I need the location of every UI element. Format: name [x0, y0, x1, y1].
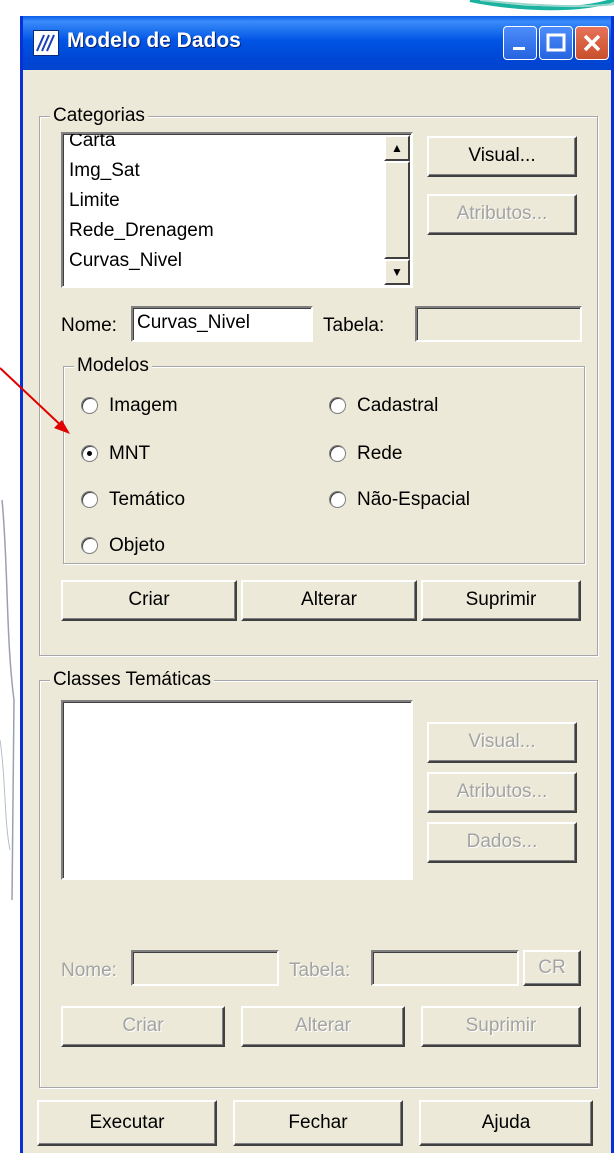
- ajuda-button-label: Ajuda: [481, 1112, 531, 1133]
- modelos-legend: Modelos: [74, 355, 152, 377]
- modelos-alterar-button[interactable]: Alterar: [241, 580, 417, 621]
- suprimir-button-label: Suprimir: [465, 1015, 537, 1036]
- radio-label: Imagem: [109, 395, 178, 416]
- radio-indicator: [329, 397, 346, 414]
- alterar-button-label: Alterar: [301, 589, 357, 610]
- modelos-criar-button[interactable]: Criar: [61, 580, 237, 621]
- list-item[interactable]: Img_Sat: [69, 156, 214, 186]
- radio-indicator: [329, 445, 346, 462]
- dialog-client-area: Categorias Carta Img_Sat Limite Rede_Dre…: [23, 70, 611, 1153]
- alterar-button-label: Alterar: [295, 1015, 351, 1036]
- classes-tematicas-legend: Classes Temáticas: [50, 669, 215, 691]
- classes-atributos-button[interactable]: Atributos...: [427, 772, 577, 813]
- radio-label: Temático: [109, 489, 186, 510]
- dados-button-label: Dados...: [466, 831, 538, 852]
- ajuda-button[interactable]: Ajuda: [419, 1100, 593, 1146]
- list-item[interactable]: Carta: [69, 134, 214, 156]
- classes-dados-button[interactable]: Dados...: [427, 822, 577, 863]
- classes-alterar-button[interactable]: Alterar: [241, 1006, 405, 1047]
- list-item[interactable]: Limite: [69, 186, 214, 216]
- cr-button[interactable]: CR: [523, 950, 581, 986]
- maximize-button[interactable]: [539, 26, 573, 60]
- window-title: Modelo de Dados: [67, 29, 241, 52]
- categorias-listbox[interactable]: Carta Img_Sat Limite Rede_Drenagem Curva…: [61, 132, 413, 288]
- radio-indicator-selected: [81, 445, 98, 462]
- tabela-label: Tabela:: [323, 315, 385, 336]
- visual-button-label: Visual...: [468, 145, 536, 166]
- classes-listbox[interactable]: [61, 700, 413, 880]
- radio-label: Rede: [357, 443, 403, 464]
- fechar-button-label: Fechar: [288, 1112, 348, 1133]
- radio-label: MNT: [109, 443, 151, 464]
- categorias-atributos-button[interactable]: Atributos...: [427, 194, 577, 235]
- scroll-down-button[interactable]: ▼: [384, 259, 410, 285]
- app-icon: [33, 30, 59, 56]
- executar-button[interactable]: Executar: [37, 1100, 217, 1146]
- minimize-button[interactable]: [503, 26, 537, 60]
- radio-label: Cadastral: [357, 395, 439, 416]
- cr-button-label: CR: [538, 957, 566, 978]
- radio-indicator: [329, 491, 346, 508]
- classes-nome-label: Nome:: [61, 960, 117, 981]
- list-item[interactable]: Curvas_Nivel: [69, 246, 214, 276]
- list-item[interactable]: Rede_Drenagem: [69, 216, 214, 246]
- suprimir-button-label: Suprimir: [465, 589, 537, 610]
- modelos-suprimir-button[interactable]: Suprimir: [421, 580, 581, 621]
- nome-label: Nome:: [61, 315, 117, 336]
- tabela-field[interactable]: [415, 306, 582, 342]
- modelo-de-dados-dialog: Modelo de Dados Categorias Carta Img_Sat…: [20, 16, 614, 1153]
- executar-button-label: Executar: [89, 1112, 165, 1133]
- atributos-button-label: Atributos...: [456, 781, 548, 802]
- classes-criar-button[interactable]: Criar: [61, 1006, 225, 1047]
- close-button[interactable]: [575, 26, 609, 60]
- title-bar[interactable]: Modelo de Dados: [23, 16, 611, 70]
- classes-tabela-label: Tabela:: [289, 960, 351, 981]
- radio-label: Objeto: [109, 535, 165, 556]
- radio-indicator: [81, 397, 98, 414]
- radio-indicator: [81, 537, 98, 554]
- criar-button-label: Criar: [122, 1015, 164, 1036]
- radio-indicator: [81, 491, 98, 508]
- classes-visual-button[interactable]: Visual...: [427, 722, 577, 763]
- categorias-list: Carta Img_Sat Limite Rede_Drenagem Curva…: [69, 134, 214, 276]
- categorias-scrollbar[interactable]: ▲ ▼: [384, 135, 410, 285]
- scroll-thumb[interactable]: [384, 161, 410, 259]
- criar-button-label: Criar: [128, 589, 170, 610]
- categorias-visual-button[interactable]: Visual...: [427, 136, 577, 177]
- nome-field[interactable]: Curvas_Nivel: [131, 306, 313, 342]
- atributos-button-label: Atributos...: [456, 203, 548, 224]
- fechar-button[interactable]: Fechar: [233, 1100, 403, 1146]
- classes-nome-field[interactable]: [131, 950, 279, 986]
- radio-label: Não-Espacial: [357, 489, 470, 510]
- scroll-up-button[interactable]: ▲: [384, 135, 410, 161]
- visual-button-label: Visual...: [468, 731, 536, 752]
- classes-suprimir-button[interactable]: Suprimir: [421, 1006, 581, 1047]
- categorias-legend: Categorias: [50, 105, 148, 127]
- classes-tabela-field[interactable]: [371, 950, 519, 986]
- annotation-arrow-icon: [0, 367, 70, 434]
